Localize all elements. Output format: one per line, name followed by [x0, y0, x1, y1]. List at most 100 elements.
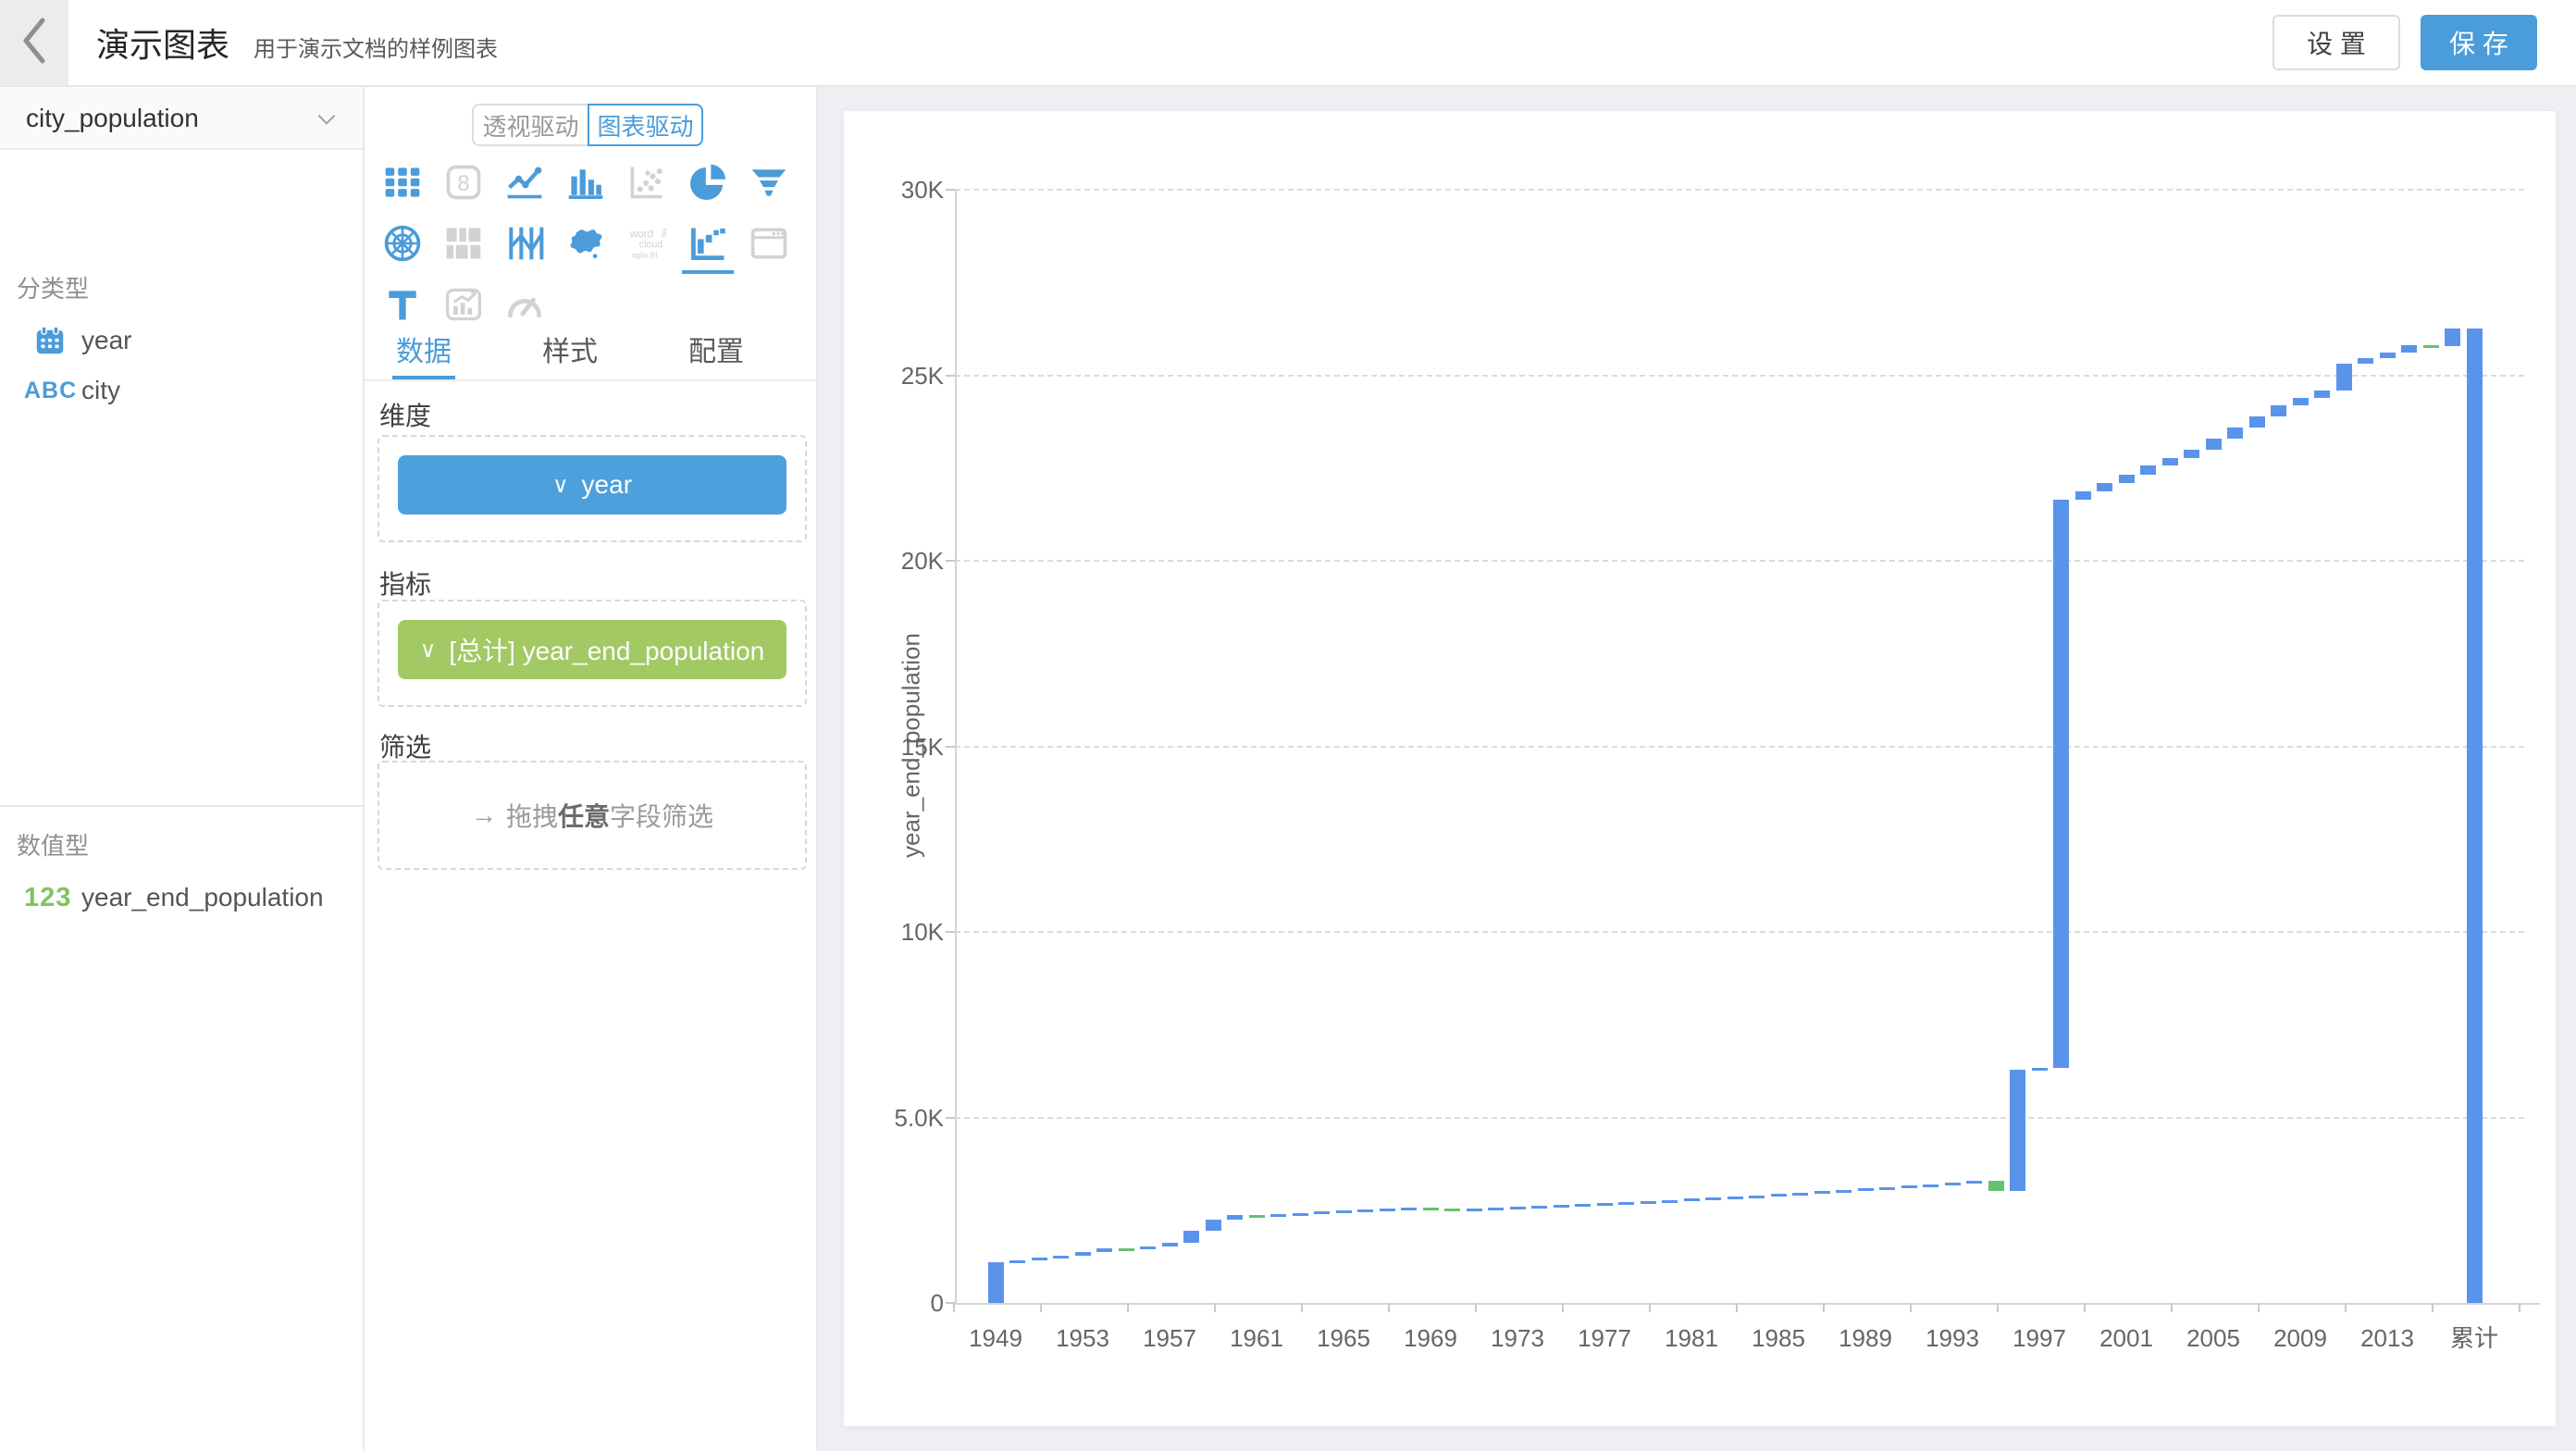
- dimension-dropzone[interactable]: ∨ year: [378, 435, 807, 542]
- waterfall-bar[interactable]: [1467, 1209, 1482, 1211]
- waterfall-bar[interactable]: [1293, 1213, 1308, 1216]
- waterfall-bar[interactable]: [1119, 1248, 1134, 1251]
- waterfall-bar[interactable]: [1423, 1208, 1439, 1210]
- iframe-icon[interactable]: [738, 213, 799, 274]
- parallel-chart-icon[interactable]: [494, 213, 555, 274]
- waterfall-bar[interactable]: [1836, 1190, 1852, 1193]
- waterfall-bar[interactable]: [2227, 428, 2243, 439]
- waterfall-bar[interactable]: [1357, 1209, 1373, 1212]
- scatter-chart-icon[interactable]: [616, 152, 677, 213]
- tab-data[interactable]: 数据: [392, 329, 455, 379]
- dataset-selector[interactable]: city_population: [0, 87, 363, 150]
- waterfall-total-bar[interactable]: [2467, 329, 2483, 1303]
- waterfall-bar[interactable]: [2293, 398, 2309, 405]
- waterfall-bar[interactable]: [1053, 1256, 1069, 1259]
- waterfall-bar[interactable]: [1032, 1258, 1047, 1260]
- waterfall-bar[interactable]: [1641, 1201, 1656, 1204]
- waterfall-bar[interactable]: [1728, 1197, 1743, 1199]
- mode-chart[interactable]: 图表驱动: [588, 104, 703, 146]
- waterfall-bar[interactable]: [1140, 1246, 1156, 1249]
- save-button[interactable]: 保 存: [2421, 15, 2537, 70]
- waterfall-bar[interactable]: [1336, 1210, 1352, 1213]
- waterfall-bar[interactable]: [2358, 358, 2373, 364]
- waterfall-bar[interactable]: [1988, 1181, 2004, 1191]
- waterfall-bar[interactable]: [1444, 1209, 1460, 1211]
- number-card-icon[interactable]: 8: [433, 152, 494, 213]
- radar-chart-icon[interactable]: [372, 213, 433, 274]
- waterfall-bar[interactable]: [2184, 450, 2199, 458]
- waterfall-bar[interactable]: [1183, 1231, 1199, 1242]
- metric-pill[interactable]: ∨ [总计] year_end_population: [398, 620, 786, 679]
- waterfall-bar[interactable]: [1684, 1198, 1700, 1201]
- settings-button[interactable]: 设 置: [2273, 15, 2400, 70]
- line-chart-icon[interactable]: [494, 152, 555, 213]
- waterfall-bar[interactable]: [2075, 491, 2091, 500]
- waterfall-bar[interactable]: [1966, 1181, 1982, 1184]
- waterfall-bar[interactable]: [1705, 1197, 1721, 1200]
- waterfall-bar[interactable]: [2140, 465, 2156, 474]
- waterfall-bar[interactable]: [1401, 1208, 1417, 1210]
- waterfall-bar[interactable]: [1901, 1185, 1917, 1188]
- waterfall-chart-icon[interactable]: [677, 213, 738, 274]
- waterfall-bar[interactable]: [2119, 475, 2135, 483]
- field-item-year-end-population[interactable]: 123 year_end_population: [0, 875, 363, 920]
- funnel-chart-icon[interactable]: [738, 152, 799, 213]
- waterfall-bar[interactable]: [1206, 1220, 1221, 1231]
- waterfall-bar[interactable]: [1227, 1215, 1243, 1220]
- waterfall-bar[interactable]: [1923, 1184, 1938, 1187]
- waterfall-bar[interactable]: [1858, 1188, 1874, 1191]
- tab-config[interactable]: 配置: [685, 329, 748, 379]
- waterfall-bar[interactable]: [1009, 1260, 1025, 1263]
- gauge-chart-icon[interactable]: [494, 274, 555, 335]
- waterfall-bar[interactable]: [2401, 345, 2417, 353]
- waterfall-bar[interactable]: [1488, 1208, 1504, 1210]
- waterfall-bar[interactable]: [1792, 1193, 1808, 1196]
- dimension-pill[interactable]: ∨ year: [398, 455, 786, 515]
- text-chart-icon[interactable]: [372, 274, 433, 335]
- waterfall-bar[interactable]: [1075, 1252, 1091, 1256]
- waterfall-bar[interactable]: [1662, 1200, 1678, 1203]
- waterfall-bar[interactable]: [2423, 345, 2439, 348]
- field-item-city[interactable]: ABC city: [0, 368, 363, 413]
- tab-style[interactable]: 样式: [539, 329, 601, 379]
- waterfall-bar[interactable]: [1749, 1196, 1765, 1198]
- waterfall-bar[interactable]: [1270, 1214, 1286, 1217]
- waterfall-bar[interactable]: [988, 1262, 1004, 1303]
- waterfall-bar[interactable]: [1162, 1243, 1178, 1246]
- waterfall-bar[interactable]: [1314, 1211, 1330, 1214]
- waterfall-bar[interactable]: [2162, 458, 2178, 466]
- waterfall-bar[interactable]: [2336, 364, 2352, 390]
- waterfall-bar[interactable]: [1380, 1209, 1395, 1211]
- waterfall-bar[interactable]: [2053, 500, 2069, 1068]
- waterfall-bar[interactable]: [2445, 329, 2460, 346]
- pie-chart-icon[interactable]: [677, 152, 738, 213]
- metric-dropzone[interactable]: ∨ [总计] year_end_population: [378, 600, 807, 707]
- waterfall-bar[interactable]: [2206, 439, 2222, 450]
- waterfall-bar[interactable]: [2314, 391, 2330, 398]
- waterfall-bar[interactable]: [1575, 1204, 1591, 1207]
- waterfall-bar[interactable]: [1249, 1215, 1265, 1218]
- waterfall-bar[interactable]: [2010, 1070, 2025, 1192]
- waterfall-bar[interactable]: [1814, 1191, 1830, 1194]
- bar-chart-icon[interactable]: [555, 152, 616, 213]
- waterfall-bar[interactable]: [1597, 1203, 1613, 1206]
- china-map-icon[interactable]: [555, 213, 616, 274]
- waterfall-bar[interactable]: [2380, 353, 2396, 358]
- waterfall-bar[interactable]: [2271, 405, 2286, 416]
- waterfall-bar[interactable]: [1945, 1183, 1961, 1185]
- waterfall-bar[interactable]: [1879, 1187, 1895, 1190]
- waterfall-bar[interactable]: [2249, 416, 2265, 428]
- table-chart-icon[interactable]: [372, 152, 433, 213]
- waterfall-bar[interactable]: [1096, 1248, 1112, 1252]
- waterfall-bar[interactable]: [1771, 1194, 1787, 1197]
- waterfall-bar[interactable]: [2032, 1068, 2048, 1071]
- waterfall-bar[interactable]: [1554, 1205, 1569, 1208]
- waterfall-bar[interactable]: [2097, 483, 2112, 491]
- waterfall-bar[interactable]: [1618, 1202, 1634, 1205]
- combo-chart-icon[interactable]: [433, 274, 494, 335]
- waterfall-bar[interactable]: [1510, 1207, 1526, 1209]
- mosaic-chart-icon[interactable]: [433, 213, 494, 274]
- back-button[interactable]: [0, 0, 68, 85]
- field-item-year[interactable]: year: [0, 318, 363, 363]
- waterfall-bar[interactable]: [1531, 1206, 1547, 1209]
